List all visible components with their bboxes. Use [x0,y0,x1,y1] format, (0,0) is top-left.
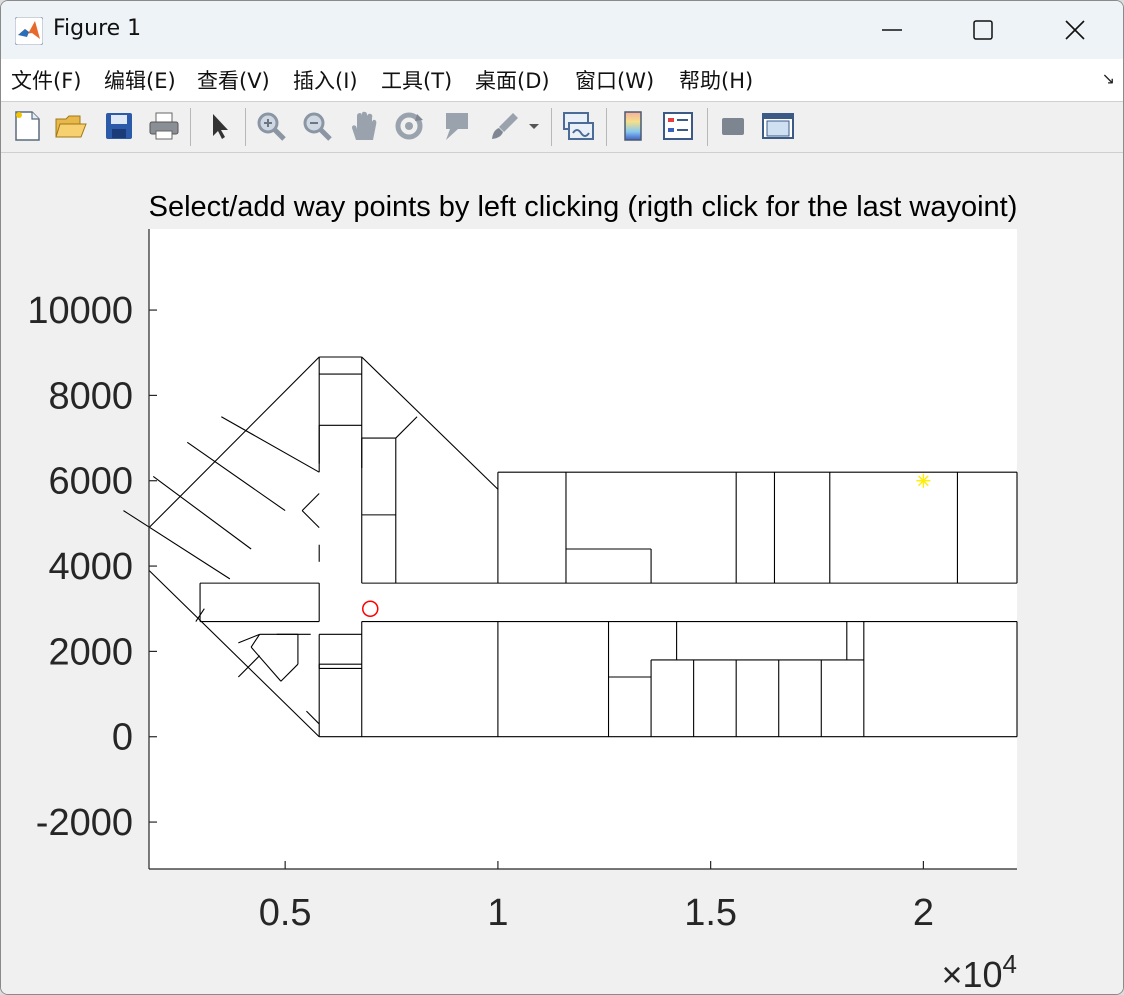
print-icon[interactable] [146,108,182,144]
show-plot-tools-icon[interactable] [760,108,796,144]
window-title: Figure 1 [53,16,142,41]
hide-plot-tools-icon[interactable] [715,108,751,144]
goal-waypoint-marker [916,473,931,488]
menu-edit[interactable]: 编辑(E) [104,65,176,95]
menu-desktop[interactable]: 桌面(D) [475,65,550,95]
close-button[interactable] [1029,3,1121,57]
y-tick-label: 8000 [48,375,133,417]
rotate-3d-icon[interactable] [391,108,427,144]
y-tick-label: 6000 [48,461,133,503]
maximize-button[interactable] [937,3,1029,57]
plot-svg[interactable]: 0.5 1 1.5 2 -2000 0 2000 4000 6000 8000 10000 Sel… [1,153,1123,994]
x-axis-ticks: 0.5 1 1.5 2 [259,861,934,934]
data-cursor-icon[interactable] [438,108,474,144]
menu-insert[interactable]: 插入(I) [293,65,358,95]
x-exponent-label: ×104 [941,949,1017,994]
zoom-in-icon[interactable] [253,108,289,144]
dock-arrow-icon[interactable]: ↘ [1102,69,1115,88]
select-arrow-icon[interactable] [201,108,237,144]
brush-dropdown-chevron-down-icon[interactable] [525,108,543,144]
legend-icon[interactable] [660,108,696,144]
minimize-icon [882,29,902,31]
menu-file[interactable]: 文件(F) [11,65,81,95]
save-icon[interactable] [101,108,137,144]
chart-title: Select/add way points by left clicking (… [149,191,1018,223]
matlab-logo-icon [15,17,43,45]
menu-help[interactable]: 帮助(H) [679,65,753,95]
pan-hand-icon[interactable] [346,108,382,144]
menu-bar: 文件(F) 编辑(E) 查看(V) 插入(I) 工具(T) 桌面(D) 窗口(W… [1,59,1123,102]
y-tick-label: 4000 [48,546,133,588]
close-icon [1065,20,1085,40]
menu-window[interactable]: 窗口(W) [575,65,654,95]
x-exponent-prefix: ×10 [941,954,1002,994]
open-file-icon[interactable] [53,108,89,144]
x-tick-label: 1 [487,892,508,934]
y-tick-label: 2000 [48,631,133,673]
menu-view[interactable]: 查看(V) [197,65,270,95]
figure-toolbar [1,102,1123,153]
figure-window: Figure 1 文件(F) 编辑(E) 查看(V) 插入(I) 工具(T) 桌… [0,0,1124,995]
y-tick-label: 10000 [27,290,133,332]
link-plot-icon[interactable] [560,108,596,144]
menu-tools[interactable]: 工具(T) [381,65,452,95]
colorbar-icon[interactable] [615,108,651,144]
zoom-out-icon[interactable] [299,108,335,144]
toolbar-separator [245,108,246,146]
brush-icon[interactable] [487,108,523,144]
toolbar-separator [190,108,191,146]
x-exponent-power: 4 [1003,949,1017,979]
new-figure-icon[interactable] [9,108,45,144]
toolbar-separator [707,108,708,146]
maximize-icon [973,20,993,40]
x-tick-label: 2 [913,892,934,934]
y-axis-ticks: -2000 0 2000 4000 6000 8000 10000 [27,290,157,844]
title-bar[interactable]: Figure 1 [1,1,1123,59]
x-tick-label: 1.5 [684,892,737,934]
minimize-button[interactable] [846,3,938,57]
toolbar-separator [606,108,607,146]
figure-canvas[interactable]: 0.5 1 1.5 2 -2000 0 2000 4000 6000 8000 10000 Sel… [1,153,1123,994]
x-tick-label: 0.5 [259,892,312,934]
y-tick-label: -2000 [36,802,133,844]
toolbar-separator [551,108,552,146]
y-tick-label: 0 [112,717,133,759]
